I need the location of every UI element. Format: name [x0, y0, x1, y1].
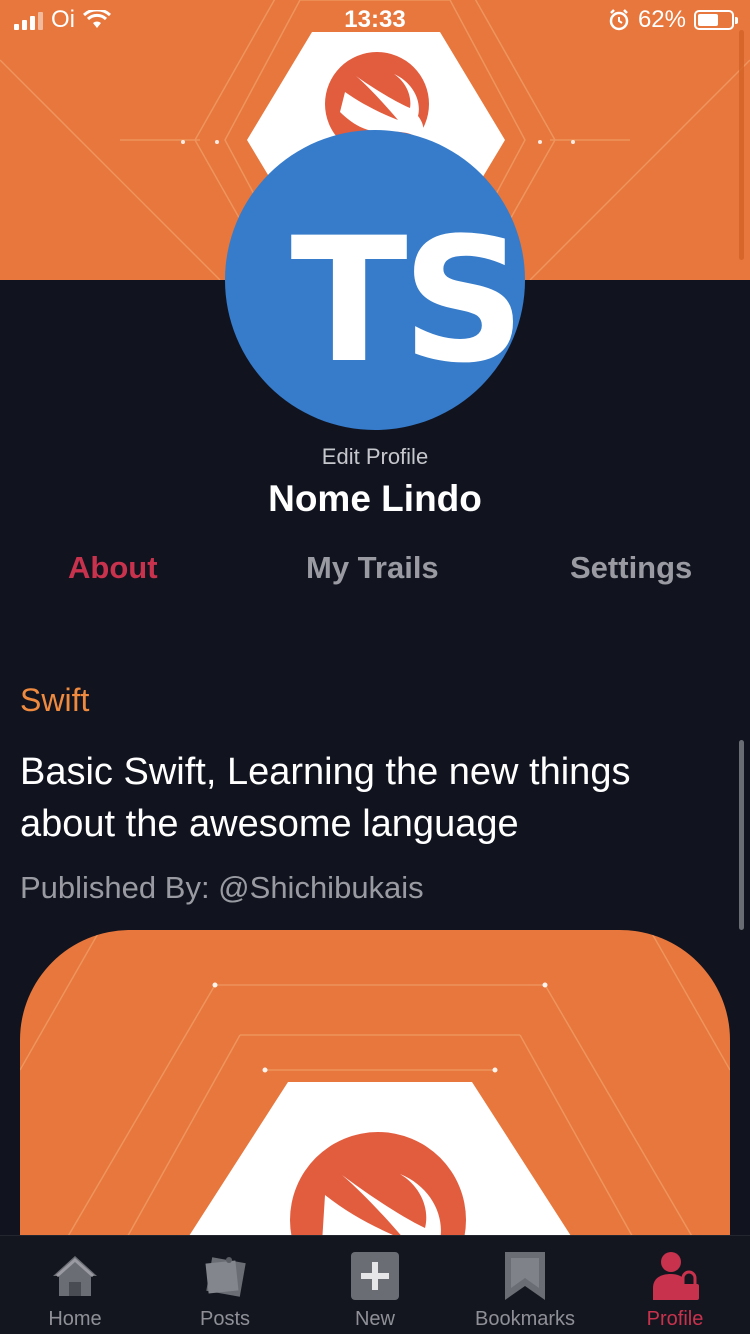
home-icon [53, 1256, 97, 1296]
avatar[interactable]: TS [225, 130, 525, 430]
scroll-indicator [739, 30, 744, 260]
post-image-pattern [20, 930, 730, 1250]
post-title[interactable]: Basic Swift, Learning the new things abo… [20, 746, 720, 850]
status-right: 62% [608, 6, 738, 34]
battery-fill [698, 14, 718, 26]
plus-icon [351, 1252, 399, 1300]
avatar-initials: TS [290, 199, 525, 401]
post-author[interactable]: Published By: @Shichibukais [20, 870, 424, 906]
tabbar-posts-label: Posts [199, 1308, 251, 1330]
tabbar-profile[interactable]: Profile [600, 1246, 750, 1332]
tabbar-new-label: New [354, 1308, 395, 1330]
posts-icon [205, 1257, 246, 1297]
tabbar-bookmarks-label: Bookmarks [474, 1308, 576, 1330]
status-bar: Oi 13:33 62% [0, 0, 750, 40]
edit-profile-link[interactable]: Edit Profile [0, 444, 750, 470]
tabbar-home[interactable]: Home [0, 1246, 150, 1332]
tabbar-bookmarks[interactable]: Bookmarks [450, 1246, 600, 1332]
content-scroll-indicator [739, 740, 744, 930]
bookmark-icon [505, 1252, 545, 1300]
post-image[interactable] [20, 930, 730, 1250]
post-category[interactable]: Swift [20, 682, 89, 719]
profile-tabs: About My Trails Settings [0, 550, 750, 590]
tabbar-new[interactable]: New [300, 1246, 450, 1332]
bottom-tab-bar: Home Posts New Bookmarks Profile [0, 1235, 750, 1334]
alarm-icon [609, 9, 629, 31]
tab-settings[interactable]: Settings [570, 550, 692, 586]
battery-percent: 62% [637, 6, 686, 33]
tab-about[interactable]: About [68, 550, 158, 586]
tab-my-trails[interactable]: My Trails [306, 550, 439, 586]
tabbar-posts[interactable]: Posts [150, 1246, 300, 1332]
profile-lock-icon [653, 1252, 699, 1300]
tabbar-home-label: Home [48, 1308, 102, 1330]
battery-icon [694, 10, 738, 30]
tabbar-profile-label: Profile [646, 1308, 704, 1330]
profile-name: Nome Lindo [268, 478, 482, 519]
